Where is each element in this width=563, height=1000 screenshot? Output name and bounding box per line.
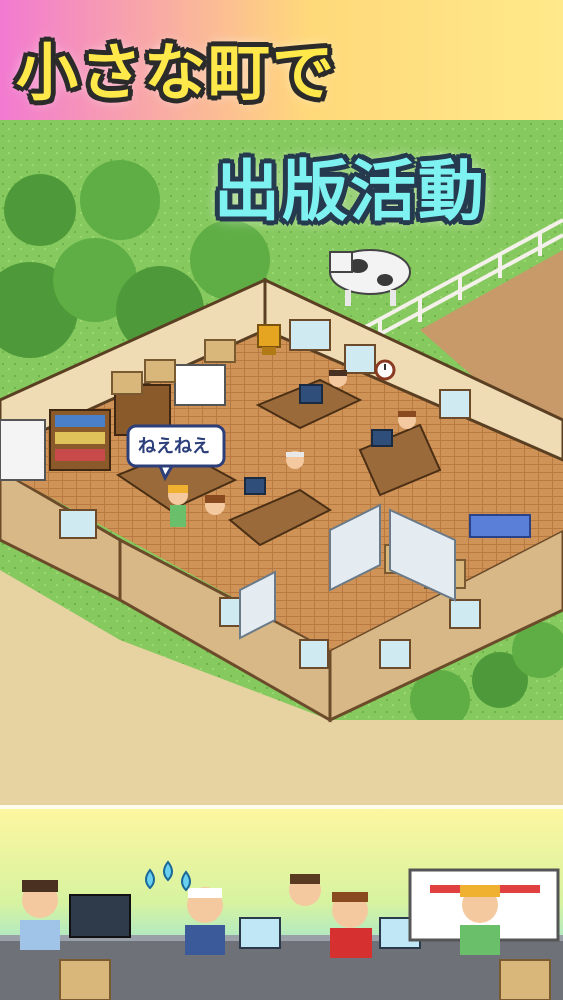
clock-icon: [374, 359, 396, 381]
speech-bubble-text: ねえねえ: [138, 436, 210, 457]
headline-line-1: 小さな町で: [16, 36, 337, 109]
headline-line-2: 出版活動: [214, 153, 486, 230]
file-boxes: [469, 514, 531, 538]
